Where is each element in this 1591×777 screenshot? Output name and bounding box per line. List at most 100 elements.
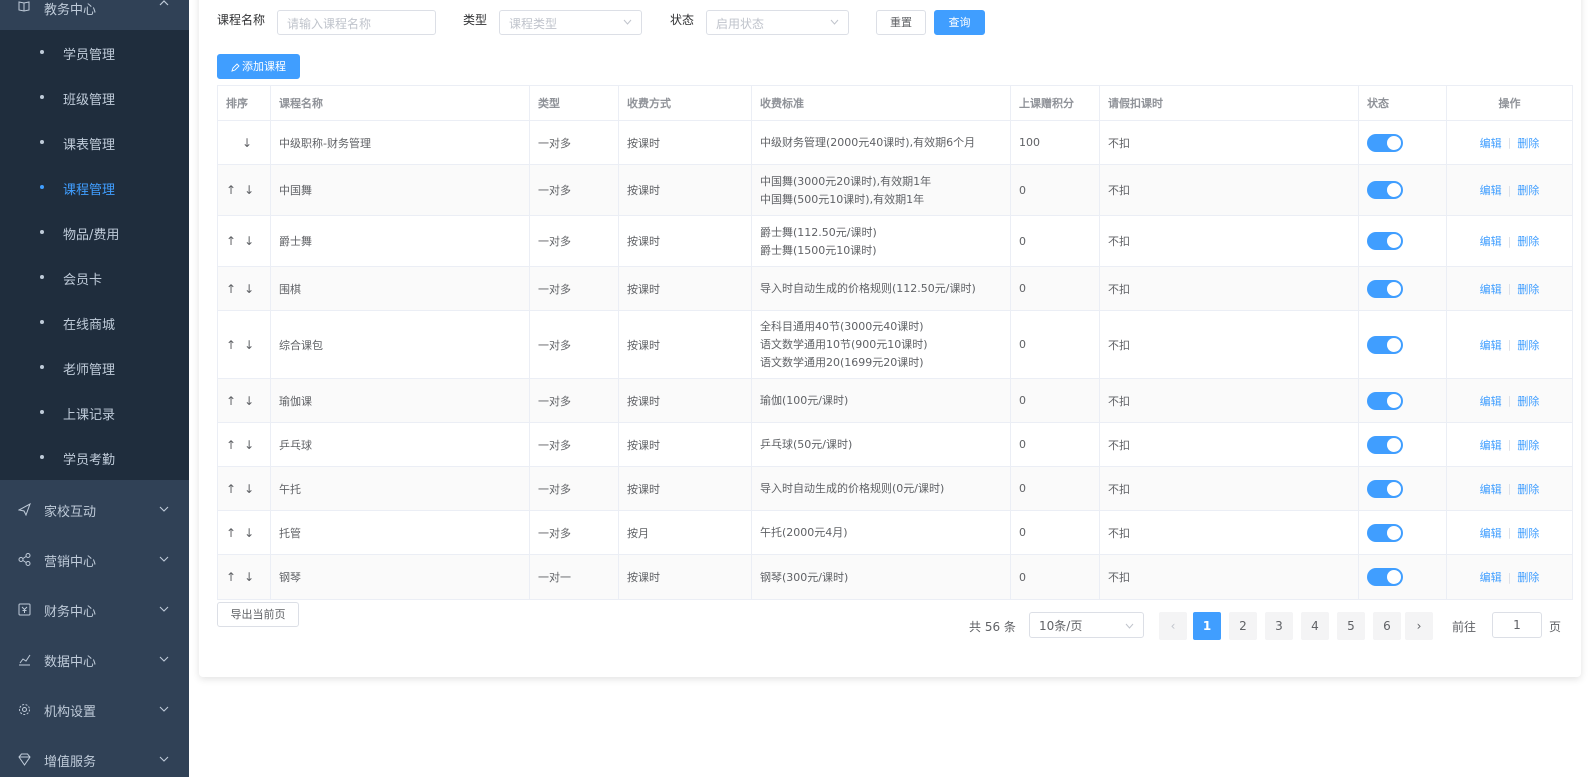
- delete-link[interactable]: 删除: [1517, 481, 1539, 497]
- move-down-icon[interactable]: ↓: [244, 338, 254, 352]
- sidebar-item-2[interactable]: 课表管理: [0, 120, 189, 165]
- page-button-6[interactable]: 6: [1373, 612, 1401, 640]
- move-down-icon[interactable]: ↓: [244, 438, 254, 452]
- move-up-icon[interactable]: ↑: [226, 234, 236, 248]
- page-button-4[interactable]: 4: [1301, 612, 1329, 640]
- bullet-dot: [40, 95, 44, 99]
- sidebar-item-4[interactable]: 物品/费用: [0, 210, 189, 255]
- move-up-icon[interactable]: ↑: [226, 394, 236, 408]
- sidebar-group-1[interactable]: 营销中心: [0, 534, 189, 584]
- delete-link[interactable]: 删除: [1517, 393, 1539, 409]
- page-button-2[interactable]: 2: [1229, 612, 1257, 640]
- name-cell: 爵士舞: [271, 216, 530, 266]
- sidebar-item-8[interactable]: 上课记录: [0, 390, 189, 435]
- delete-link[interactable]: 删除: [1517, 569, 1539, 585]
- edit-link[interactable]: 编辑: [1480, 525, 1502, 541]
- status-cell: [1359, 555, 1447, 599]
- sidebar-group-2[interactable]: 财务中心: [0, 584, 189, 634]
- sidebar-item-6[interactable]: 在线商城: [0, 300, 189, 345]
- sidebar-group-3[interactable]: 数据中心: [0, 634, 189, 684]
- reset-button[interactable]: 重置: [876, 10, 926, 35]
- move-up-icon[interactable]: ↑: [226, 570, 236, 584]
- edit-link[interactable]: 编辑: [1480, 437, 1502, 453]
- edit-link[interactable]: 编辑: [1480, 481, 1502, 497]
- edit-link[interactable]: 编辑: [1480, 233, 1502, 249]
- chevron-down-icon: [159, 506, 169, 512]
- status-toggle[interactable]: [1367, 133, 1403, 152]
- move-down-icon[interactable]: ↓: [244, 570, 254, 584]
- status-toggle[interactable]: [1367, 181, 1403, 199]
- move-up-icon[interactable]: ↑: [226, 183, 236, 197]
- course-name: 综合课包: [279, 338, 323, 352]
- move-down-icon[interactable]: ↓: [242, 136, 252, 150]
- op-separator: |: [1507, 438, 1512, 451]
- status-toggle[interactable]: [1367, 335, 1403, 354]
- status-toggle[interactable]: [1367, 435, 1403, 454]
- bullet-dot: [40, 320, 44, 324]
- toggle-knob: [1387, 183, 1401, 197]
- search-button[interactable]: 查询: [934, 10, 985, 35]
- sidebar-item-label: 在线商城: [63, 318, 116, 333]
- sidebar-item-3[interactable]: 课程管理: [0, 165, 189, 210]
- status-toggle[interactable]: [1367, 479, 1403, 498]
- edit-link[interactable]: 编辑: [1480, 569, 1502, 585]
- move-up-icon[interactable]: ↑: [226, 338, 236, 352]
- page-button-3[interactable]: 3: [1265, 612, 1293, 640]
- edit-link[interactable]: 编辑: [1480, 281, 1502, 297]
- bonus-points: 0: [1019, 338, 1026, 351]
- page-button-1[interactable]: 1: [1193, 612, 1221, 640]
- menu-academic-center[interactable]: 教务中心: [0, 0, 189, 30]
- move-down-icon[interactable]: ↓: [244, 234, 254, 248]
- sort-cell: ↓: [218, 121, 271, 164]
- edit-link[interactable]: 编辑: [1480, 393, 1502, 409]
- status-select[interactable]: 启用状态: [706, 10, 849, 35]
- delete-link[interactable]: 删除: [1517, 182, 1539, 198]
- edit-link[interactable]: 编辑: [1480, 182, 1502, 198]
- bonus-points: 0: [1019, 282, 1026, 295]
- delete-link[interactable]: 删除: [1517, 135, 1539, 151]
- status-toggle[interactable]: [1367, 279, 1403, 298]
- sidebar-item-1[interactable]: 班级管理: [0, 75, 189, 120]
- sidebar-item-5[interactable]: 会员卡: [0, 255, 189, 300]
- edit-pen-icon: [231, 62, 240, 72]
- sidebar-item-7[interactable]: 老师管理: [0, 345, 189, 390]
- delete-link[interactable]: 删除: [1517, 437, 1539, 453]
- page-size-select[interactable]: 10条/页: [1029, 612, 1144, 638]
- name-cell: 中级职称-财务管理: [271, 121, 530, 164]
- goto-page-input[interactable]: 1: [1492, 612, 1542, 638]
- delete-link[interactable]: 删除: [1517, 233, 1539, 249]
- sidebar-group-5[interactable]: 增值服务: [0, 734, 189, 777]
- move-down-icon[interactable]: ↓: [244, 282, 254, 296]
- page-button-5[interactable]: 5: [1337, 612, 1365, 640]
- charge-standard-cell: 导入时自动生成的价格规则(112.50元/课时): [752, 267, 1011, 310]
- move-down-icon[interactable]: ↓: [244, 526, 254, 540]
- move-down-icon[interactable]: ↓: [244, 183, 254, 197]
- status-toggle[interactable]: [1367, 568, 1403, 586]
- status-toggle[interactable]: [1367, 232, 1403, 250]
- delete-link[interactable]: 删除: [1517, 281, 1539, 297]
- move-up-icon[interactable]: ↑: [226, 482, 236, 496]
- next-page-button[interactable]: ›: [1405, 612, 1433, 640]
- sidebar-item-0[interactable]: 学员管理: [0, 30, 189, 75]
- edit-link[interactable]: 编辑: [1480, 135, 1502, 151]
- move-up-icon[interactable]: ↑: [226, 526, 236, 540]
- sidebar-item-9[interactable]: 学员考勤: [0, 435, 189, 480]
- sidebar-group-0[interactable]: 家校互动: [0, 484, 189, 534]
- move-down-icon[interactable]: ↓: [244, 482, 254, 496]
- add-course-button[interactable]: 添加课程: [217, 54, 300, 79]
- delete-link[interactable]: 删除: [1517, 337, 1539, 353]
- type-select[interactable]: 课程类型: [499, 10, 642, 35]
- delete-link[interactable]: 删除: [1517, 525, 1539, 541]
- type-cell: 一对多: [530, 379, 619, 422]
- status-toggle[interactable]: [1367, 523, 1403, 542]
- charge-mode: 按课时: [627, 282, 660, 296]
- sidebar-group-4[interactable]: 机构设置: [0, 684, 189, 734]
- move-up-icon[interactable]: ↑: [226, 282, 236, 296]
- prev-page-button[interactable]: ‹: [1159, 612, 1187, 640]
- export-page-button[interactable]: 导出当前页: [217, 602, 299, 627]
- course-name-input[interactable]: 请输入课程名称: [277, 10, 436, 35]
- edit-link[interactable]: 编辑: [1480, 337, 1502, 353]
- move-up-icon[interactable]: ↑: [226, 438, 236, 452]
- status-toggle[interactable]: [1367, 391, 1403, 410]
- move-down-icon[interactable]: ↓: [244, 394, 254, 408]
